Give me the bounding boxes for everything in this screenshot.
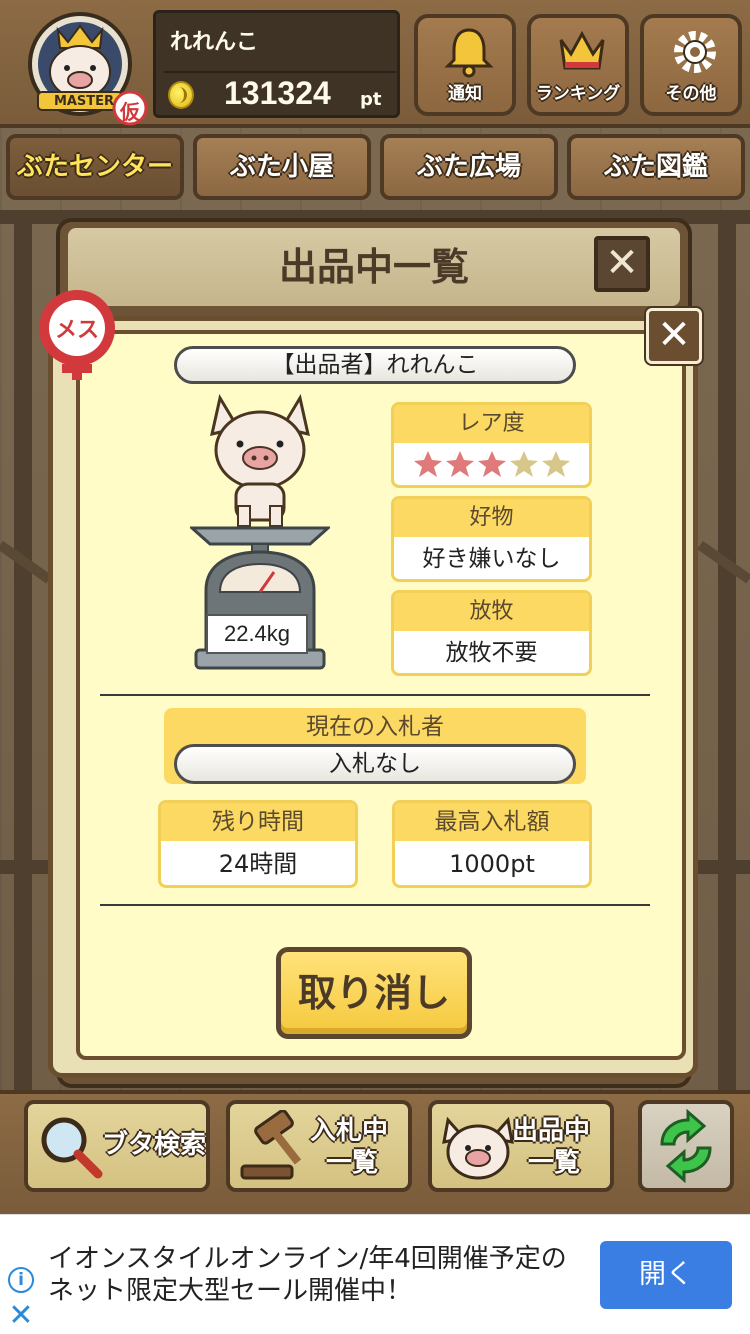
favorite-food-label: 好物: [394, 499, 589, 537]
star-icon: [413, 451, 442, 477]
ranking-button[interactable]: ランキング: [527, 14, 629, 116]
rarity-card: レア度: [391, 402, 592, 488]
listing-list-label-line1: 出品中: [512, 1116, 591, 1146]
current-bidder-label: 現在の入札者: [306, 714, 444, 740]
tab-buta-encyclopedia[interactable]: ぶた図鑑: [567, 134, 745, 200]
ad-open-button[interactable]: 開く: [600, 1241, 732, 1309]
rarity-label: レア度: [394, 405, 589, 443]
ad-info-icon[interactable]: i: [8, 1267, 34, 1293]
listing-title: 出品中一覧: [278, 245, 469, 289]
pig-weight: 22.4kg: [206, 614, 308, 654]
star-icon: [509, 451, 538, 477]
gavel-icon: [240, 1110, 302, 1180]
grazing-value: 放牧不要: [445, 640, 538, 666]
ad-close-icon[interactable]: ✕: [8, 1301, 34, 1331]
header-bar: MASTER 仮 れれんこ 131324 pt 通知 ランキング その他: [0, 0, 750, 128]
notice-button[interactable]: 通知: [414, 14, 516, 116]
grazing-card: 放牧 放牧不要: [391, 590, 592, 676]
star-icon: [445, 451, 474, 477]
star-icon: [541, 451, 570, 477]
remaining-time-value: 24時間: [218, 850, 298, 878]
user-panel: れれんこ 131324 pt: [153, 10, 400, 118]
pig-search-button[interactable]: ブタ検索: [24, 1100, 210, 1192]
seller-name: 【出品者】れれんこ: [174, 346, 576, 384]
provisional-mark: 仮: [120, 100, 140, 124]
pig-search-label: ブタ検索: [102, 1130, 207, 1160]
tab-buta-plaza[interactable]: ぶた広場: [380, 134, 558, 200]
star-icon: [477, 451, 506, 477]
crown-icon: [559, 30, 605, 70]
remaining-time-label: 残り時間: [161, 803, 355, 841]
listing-title-bar: 出品中一覧: [68, 228, 680, 306]
refresh-button[interactable]: [638, 1100, 734, 1192]
highest-bid-card: 最高入札額 1000pt: [392, 800, 592, 888]
listing-list-button[interactable]: 出品中 一覧: [428, 1100, 614, 1192]
dialog-close-button[interactable]: ✕: [646, 308, 702, 364]
bidding-list-label-line1: 入札中: [310, 1116, 389, 1146]
remaining-time-card: 残り時間 24時間: [158, 800, 358, 888]
background-post: [718, 224, 736, 1090]
tab-buta-center[interactable]: ぶたセンター: [6, 134, 184, 200]
divider: [100, 904, 650, 906]
ranking-label: ランキング: [535, 84, 621, 104]
favorite-food-value: 好き嫌いなし: [422, 546, 561, 572]
other-button[interactable]: その他: [640, 14, 742, 116]
points-value: 131324: [224, 75, 331, 111]
listing-list-label-line2: 一覧: [528, 1148, 581, 1178]
gear-icon: [674, 31, 716, 73]
bidding-list-label-line2: 一覧: [326, 1148, 379, 1178]
magnifier-icon: [41, 1117, 103, 1179]
female-icon: メス: [32, 290, 122, 382]
divider: [100, 694, 650, 696]
points-unit: pt: [360, 89, 382, 110]
bell-icon: [444, 28, 494, 78]
favorite-food-card: 好物 好き嫌いなし: [391, 496, 592, 582]
ad-banner[interactable]: i ✕ イオンスタイルオンライン/年4回開催予定のネット限定大型セール開催中！ …: [0, 1214, 750, 1334]
grazing-label: 放牧: [394, 593, 589, 631]
highest-bid-value: 1000pt: [449, 850, 535, 878]
ad-text: イオンスタイルオンライン/年4回開催予定のネット限定大型セール開催中！: [48, 1244, 567, 1306]
tab-buta-hut[interactable]: ぶた小屋: [193, 134, 371, 200]
avatar[interactable]: MASTER 仮: [20, 8, 148, 126]
other-label: その他: [665, 84, 717, 104]
gender-label: メス: [54, 318, 99, 343]
cancel-listing-button[interactable]: 取り消し: [276, 947, 472, 1039]
highest-bid-label: 最高入札額: [395, 803, 589, 841]
listing-close-button[interactable]: ✕: [594, 236, 650, 292]
background-post: [14, 224, 32, 1090]
bidding-list-button[interactable]: 入札中 一覧: [226, 1100, 412, 1192]
current-bidder-value: 入札なし: [174, 744, 576, 784]
refresh-icon: [660, 1108, 712, 1184]
pig-face-icon: [442, 1116, 514, 1180]
rarity-stars: [394, 443, 589, 479]
coin-icon: [168, 81, 194, 109]
notice-label: 通知: [448, 84, 482, 104]
username: れれんこ: [170, 30, 259, 55]
points-row: 131324 pt: [164, 71, 396, 113]
